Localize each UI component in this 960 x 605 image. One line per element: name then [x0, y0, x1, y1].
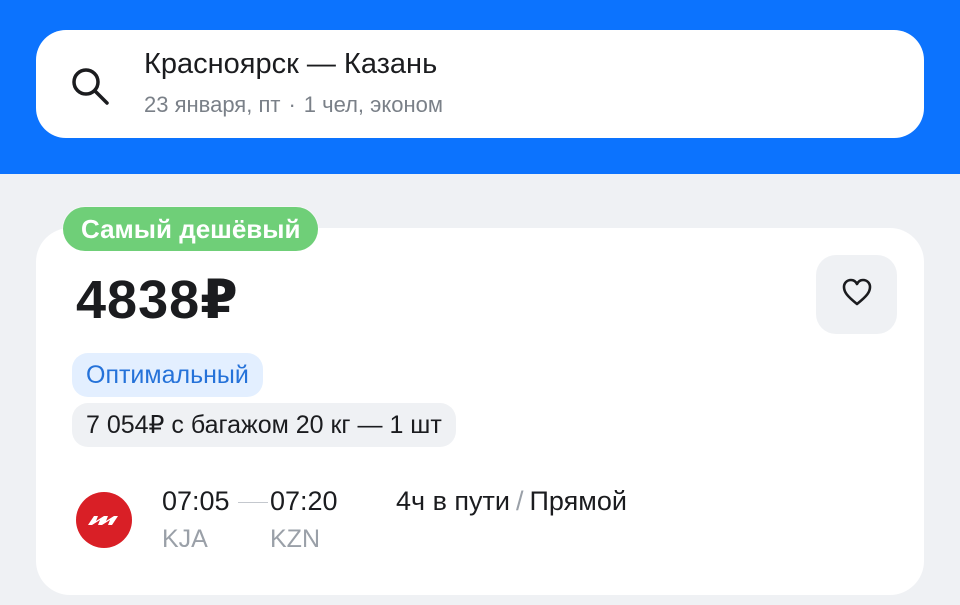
- tariff-chip[interactable]: Оптимальный: [72, 353, 263, 397]
- arrival-time: 07:20: [270, 486, 338, 516]
- arrival-airport: KZN: [270, 525, 320, 553]
- heart-icon: [841, 277, 873, 312]
- search-icon[interactable]: [68, 64, 112, 108]
- route-title[interactable]: Красноярск — Казань: [144, 48, 437, 81]
- departure-time: 07:05: [162, 486, 230, 516]
- favorite-button[interactable]: [816, 255, 897, 334]
- departure-airport: KJA: [162, 525, 208, 553]
- cheapest-badge: Самый дешёвый: [63, 207, 319, 251]
- separator-dot: ·: [288, 92, 296, 117]
- passengers-class: 1 чел, эконом: [303, 92, 443, 117]
- duration-separator: /: [516, 486, 524, 516]
- price: 4838₽: [76, 270, 239, 330]
- search-box[interactable]: [36, 30, 924, 138]
- flight-duration: 4ч в пути / Прямой: [396, 486, 627, 517]
- time-connector: [238, 502, 268, 503]
- stops-text: Прямой: [529, 486, 627, 516]
- travel-date: 23 января, пт: [144, 92, 281, 117]
- search-details[interactable]: 23 января, пт · 1 чел, эконом: [144, 92, 443, 118]
- baggage-option-chip[interactable]: 7 054₽ с багажом 20 кг — 1 шт: [72, 403, 456, 447]
- duration-text: 4ч в пути: [396, 486, 510, 516]
- airline-logo: [76, 492, 132, 548]
